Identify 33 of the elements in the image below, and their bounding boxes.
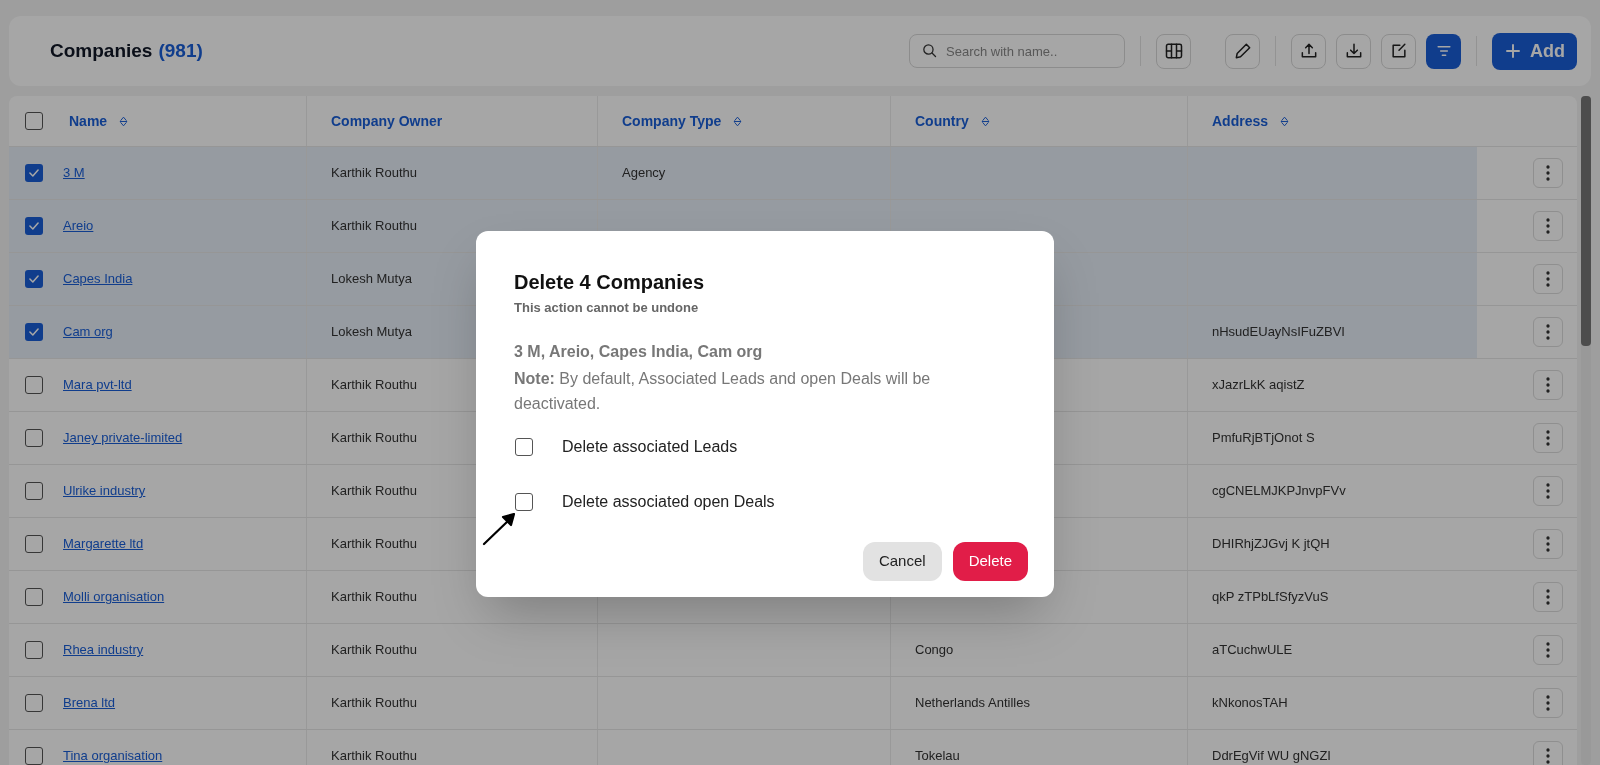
table-cell-text: Karthik Routhu (331, 429, 417, 448)
table-cell-text: Tokelau (915, 747, 960, 765)
table-cell-text: qkP zTPbLfSfyzVuS (1212, 588, 1329, 607)
table-cell-text: cgCNELMJKPJnvpFVv (1212, 482, 1346, 501)
option-label: Delete associated open Deals (562, 491, 775, 512)
table-cell-text: Karthik Routhu (331, 535, 417, 554)
dialog-subtitle: This action cannot be undone (514, 299, 700, 317)
table-cell-text: Congo (915, 641, 954, 660)
table-cell-text: Lokesh Mutya (331, 270, 412, 289)
table-cell-text: aTCuchwULE (1212, 641, 1293, 660)
table-cell-text: Karthik Routhu (331, 376, 417, 395)
table-cell-text: xJazrLkK aqistZ (1212, 376, 1305, 395)
dialog-title: Delete 4 Companies (514, 270, 706, 295)
note-text: Note: By default, Associated Leads and open Deals will be deactivated. (514, 368, 932, 414)
table-cell-text: PmfuRjBTjOnot S (1212, 429, 1315, 448)
table-cell-text: Karthik Routhu (331, 217, 417, 236)
table-cell-text: kNkonosTAH (1212, 694, 1288, 713)
table-cell-text: Lokesh Mutya (331, 323, 412, 342)
option-label: Delete associated Leads (562, 436, 738, 457)
page-title: Companies (50, 38, 153, 63)
table-cell-text: nHsudEUayNsIFuZBVI (1212, 323, 1345, 342)
table-cell-text: Karthik Routhu (331, 641, 417, 660)
table-cell-text: Agency (622, 164, 666, 183)
table-cell-text: Karthik Routhu (331, 164, 417, 183)
table-cell-text: Karthik Routhu (331, 482, 417, 501)
table-cell-text: Karthik Routhu (331, 747, 417, 765)
table-cell-text: DHIRhjZJGvj K jtQH (1212, 535, 1330, 554)
table-cell-text: Karthik Routhu (331, 694, 417, 713)
table-cell-text: DdrEgVif WU gNGZI (1212, 747, 1331, 765)
table-cell-text: Netherlands Antilles (915, 694, 1030, 713)
table-cell-text: Karthik Routhu (331, 588, 417, 607)
company-names: 3 M, Areio, Capes India, Cam org (514, 341, 764, 362)
record-count: (981) (158, 38, 203, 63)
